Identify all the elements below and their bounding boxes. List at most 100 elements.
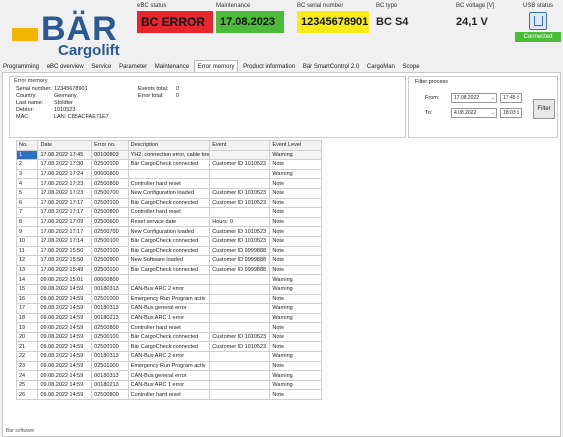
cell-no: 8 bbox=[16, 216, 39, 228]
table-row[interactable]: 11 17.08.2022 15:50 02500100 Bär CargoCheck… bbox=[16, 245, 322, 257]
info-events-total: Events total: 0 bbox=[138, 86, 179, 92]
error-memory-panel: Error memory Serial number: 12345678901 C… bbox=[2, 72, 561, 437]
table-row[interactable]: 4 17.08.2022 17:23 02500800 Controller hard… bbox=[16, 178, 322, 189]
table-row[interactable]: 17 09.08.2022 14:59 00180313 CAN-Bus genera… bbox=[16, 303, 322, 314]
cell-event: Customer ID 1010523 bbox=[209, 187, 271, 199]
bc-voltage-value: 24,1 V bbox=[456, 16, 488, 28]
column-header-no[interactable]: No. bbox=[16, 140, 39, 151]
table-row[interactable]: 24 09.08.2022 14:59 00180313 CAN-Bus genera… bbox=[16, 370, 322, 381]
cell-date: 17.08.2022 17:14 bbox=[37, 235, 93, 247]
cell-error-no: 02501000 bbox=[91, 360, 129, 372]
table-row[interactable]: 20 09.08.2022 14:59 02500100 Bär CargoCheck… bbox=[16, 331, 322, 343]
cell-error-no: 02500100 bbox=[91, 235, 129, 247]
info-last-name-label: Last name: bbox=[16, 100, 44, 106]
cell-error-no: 00180313 bbox=[91, 283, 129, 295]
table-row[interactable]: 16 09.08.2022 14:59 02501000 Emergency Run … bbox=[16, 293, 322, 305]
cell-date: 09.08.2022 15:01 bbox=[37, 274, 93, 285]
table-row[interactable]: 5 17.08.2022 17:23 02500700 New Configurati… bbox=[16, 187, 322, 199]
table-row[interactable]: 13 17.08.2022 15:49 02500100 Bär CargoCheck… bbox=[16, 264, 322, 276]
table-row[interactable]: 22 09.08.2022 14:59 00180313 CAN-Bus ARC 2 … bbox=[16, 351, 322, 362]
table-row[interactable]: 12 17.08.2022 15:50 02500900 New Software l… bbox=[16, 255, 322, 266]
table-row[interactable]: 18 09.08.2022 14:59 00180213 CAN-Bus ARC 1 … bbox=[16, 312, 322, 324]
logo-text: BÄR bbox=[41, 10, 118, 48]
column-header-date[interactable]: Date bbox=[37, 140, 93, 151]
column-header-error-no[interactable]: Error no. bbox=[91, 140, 129, 151]
cell-no: 7 bbox=[16, 207, 39, 218]
table-row[interactable]: 9 17.08.2022 17:17 02500700 New Configurati… bbox=[16, 226, 322, 237]
cell-description bbox=[127, 274, 211, 285]
column-header-event[interactable]: Event bbox=[209, 140, 271, 151]
info-serial-value: 12345678901 bbox=[54, 86, 88, 92]
cell-event-level: Warning bbox=[269, 351, 322, 362]
table-row[interactable]: 25 09.08.2022 14:59 00180213 CAN-Bus ARC 1 … bbox=[16, 379, 322, 391]
cell-event bbox=[209, 370, 271, 381]
cell-date: 17.08.2022 17:24 bbox=[37, 168, 93, 180]
cell-event-level: Note bbox=[269, 255, 322, 266]
cell-description: Controller hard reset bbox=[127, 322, 211, 333]
cell-event bbox=[209, 283, 271, 295]
table-row[interactable]: 1 17.08.2022 17:45 00100803 YH2: connection… bbox=[16, 149, 322, 161]
cell-event-level: Warning bbox=[269, 168, 322, 180]
to-date-picker[interactable]: 4.08.2022 ⌄ bbox=[451, 108, 497, 118]
filter-to-row: To: 4.08.2022 ⌄ 18:03 ⇕ bbox=[425, 108, 522, 118]
cell-event bbox=[209, 312, 271, 324]
table-row[interactable]: 7 17.08.2022 17:17 02500800 Controller hard… bbox=[16, 207, 322, 218]
cell-description: Controller hard reset bbox=[127, 389, 211, 401]
cell-event-level: Note bbox=[269, 197, 322, 209]
from-date-picker[interactable]: 17.08.2022 ⌄ bbox=[451, 93, 497, 103]
cell-error-no: 02501000 bbox=[91, 293, 129, 305]
table-row[interactable]: 23 09.08.2022 14:59 02501000 Emergency Run … bbox=[16, 360, 322, 372]
info-mac: MAC: LAN: C85ACFAE71E7 bbox=[16, 114, 109, 120]
cell-error-no: 00180313 bbox=[91, 370, 129, 381]
table-row[interactable]: 8 17.08.2022 17:09 02500600 Reset service d… bbox=[16, 216, 322, 228]
cell-no: 16 bbox=[16, 293, 39, 305]
cell-no: 6 bbox=[16, 197, 39, 209]
cell-no: 24 bbox=[16, 370, 39, 381]
table-row[interactable]: 15 09.08.2022 14:59 00180313 CAN-Bus ARC 2 … bbox=[16, 283, 322, 295]
maintenance-label: Maintenance bbox=[216, 3, 251, 9]
table-row[interactable]: 6 17.08.2022 17:17 02500100 Bär CargoCheck … bbox=[16, 197, 322, 209]
error-table: No. Date Error no. Description Event Eve… bbox=[16, 140, 556, 431]
info-error-total-label: Error total: bbox=[138, 93, 164, 99]
usb-icon bbox=[529, 12, 547, 30]
bc-voltage: BC voltage [V] 24,1 V bbox=[456, 2, 511, 33]
cell-error-no: 00180213 bbox=[91, 379, 129, 391]
info-serial: Serial number: 12345678901 bbox=[16, 86, 88, 92]
cell-event bbox=[209, 168, 271, 180]
filter-from-row: From: 17.08.2022 ⌄ 17:45 ⇕ bbox=[425, 93, 522, 103]
chevron-down-icon: ⌄ bbox=[490, 110, 495, 116]
filter-button[interactable]: Filter bbox=[533, 99, 555, 119]
info-country-label: Country: bbox=[16, 93, 37, 99]
info-error-total-value: 0 bbox=[176, 93, 180, 99]
cell-no: 15 bbox=[16, 283, 39, 295]
cell-date: 09.08.2022 14:59 bbox=[37, 351, 93, 362]
column-header-event-level[interactable]: Event Level bbox=[269, 140, 322, 151]
column-header-description[interactable]: Description bbox=[127, 140, 211, 151]
cell-event: Customer ID 1010523 bbox=[209, 197, 271, 209]
to-time-picker[interactable]: 18:03 ⇕ bbox=[500, 108, 522, 118]
from-time-picker[interactable]: 17:45 ⇕ bbox=[500, 93, 522, 103]
cell-error-no: 02500800 bbox=[91, 207, 129, 218]
cell-error-no: 00180313 bbox=[91, 303, 129, 314]
info-debtor-value: 1010523 bbox=[54, 107, 76, 113]
table-row[interactable]: 26 09.08.2022 14:59 02500800 Controller har… bbox=[16, 389, 322, 401]
table-row[interactable]: 10 17.08.2022 17:14 02500100 Bär CargoCheck… bbox=[16, 235, 322, 247]
table-row[interactable]: 3 17.08.2022 17:24 00600800 Warning bbox=[16, 168, 322, 180]
cell-event bbox=[209, 274, 271, 285]
cell-no: 26 bbox=[16, 389, 39, 401]
cell-no: 17 bbox=[16, 303, 39, 314]
bc-type: BC type BC S4 bbox=[376, 2, 426, 33]
table-row[interactable]: 19 09.08.2022 14:59 02500800 Controller har… bbox=[16, 322, 322, 333]
cell-description: New Configuration loaded bbox=[127, 226, 211, 237]
table-row[interactable]: 21 09.08.2022 14:59 02500100 Bär CargoCheck… bbox=[16, 341, 322, 353]
cell-date: 09.08.2022 14:59 bbox=[37, 360, 93, 372]
cell-event-level: Note bbox=[269, 360, 322, 372]
cell-error-no: 00180313 bbox=[91, 351, 129, 362]
serial-number: BC serial number 12345678901 bbox=[297, 2, 369, 33]
cell-event-level: Note bbox=[269, 226, 322, 237]
table-row[interactable]: 14 09.08.2022 15:01 00600800 Warning bbox=[16, 274, 322, 285]
cell-description: Emergency Run Program activ bbox=[127, 293, 211, 305]
table-row[interactable]: 2 17.08.2022 17:30 02500100 Bär CargoCheck … bbox=[16, 159, 322, 170]
cell-error-no: 00600800 bbox=[91, 274, 129, 285]
cell-date: 17.08.2022 17:09 bbox=[37, 216, 93, 228]
